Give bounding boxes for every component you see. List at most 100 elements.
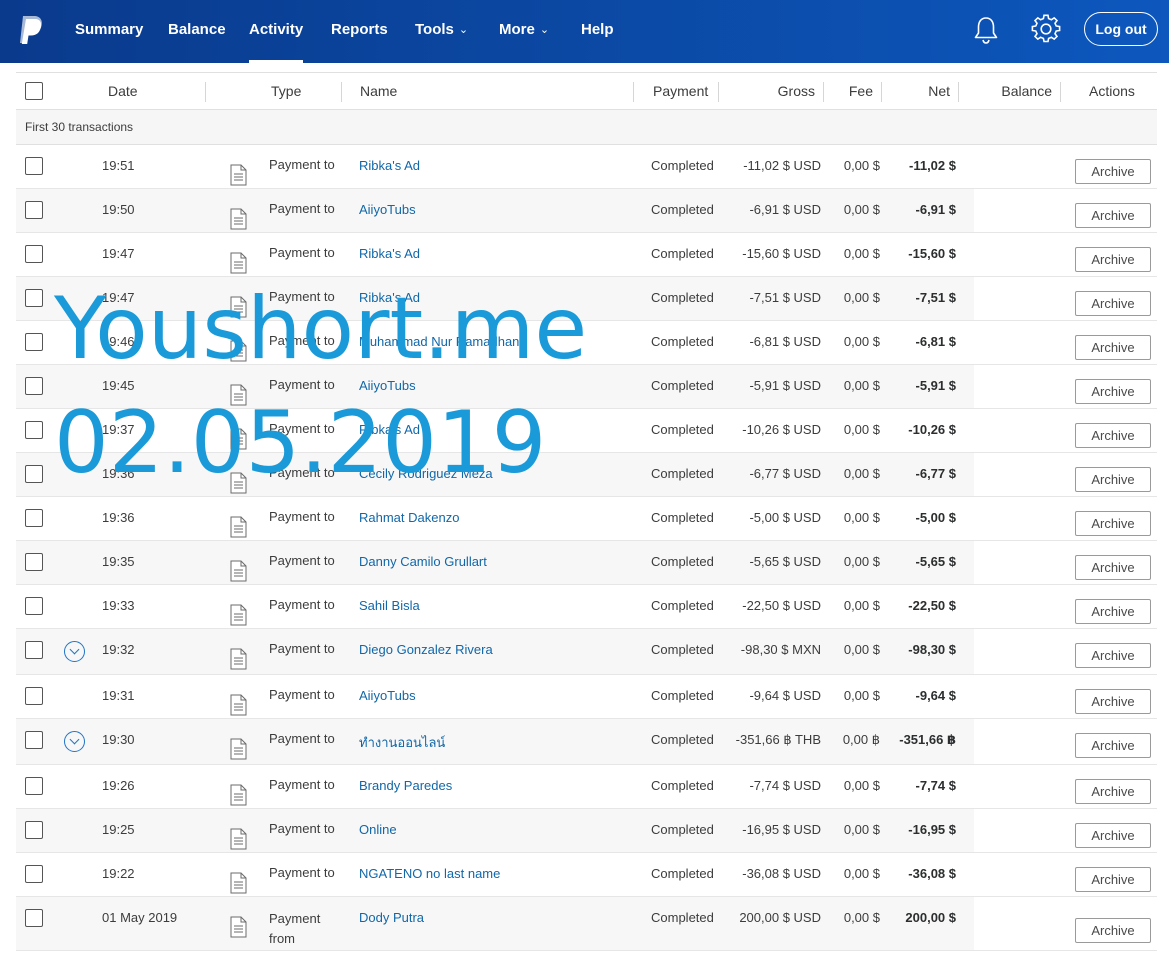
cell-net: -6,77 $ (915, 466, 956, 481)
cell-name-link[interactable]: Rahmat Dakenzo (359, 510, 459, 525)
cell-name-link[interactable]: AiiyoTubs (359, 202, 416, 217)
row-checkbox[interactable] (25, 597, 43, 615)
bell-icon[interactable] (972, 15, 1000, 45)
nav-item-activity[interactable]: Activity (249, 0, 304, 63)
table-row[interactable]: 19:26 Payment to Brandy Paredes Completed -7… (16, 765, 1157, 809)
table-row[interactable]: 19:36 Payment to Rahmat Dakenzo Completed -5… (16, 497, 1157, 541)
cell-date: 19:30 (102, 732, 135, 747)
archive-button[interactable]: Archive (1075, 689, 1151, 714)
col-name[interactable]: Name (360, 73, 397, 110)
row-checkbox[interactable] (25, 201, 43, 219)
nav-item-summary[interactable]: Summary (75, 0, 143, 63)
col-balance[interactable]: Balance (966, 73, 1052, 110)
col-net[interactable]: Net (889, 73, 950, 110)
table-row[interactable]: 19:51 Payment to Ribka's Ad Completed -11,02… (16, 145, 1157, 189)
table-row[interactable]: 19:35 Payment to Danny Camilo Grullart Comp… (16, 541, 1157, 585)
archive-button[interactable]: Archive (1075, 733, 1151, 758)
table-row[interactable]: 19:45 Payment to AiiyoTubs Completed -5,91 $… (16, 365, 1157, 409)
table-row[interactable]: 19:33 Payment to Sahil Bisla Completed -22,5… (16, 585, 1157, 629)
row-checkbox[interactable] (25, 641, 43, 659)
cell-name-link[interactable]: AiiyoTubs (359, 688, 416, 703)
cell-name-link[interactable]: ทำงานออนไลน์ (359, 732, 445, 753)
archive-button[interactable]: Archive (1075, 823, 1151, 848)
table-row[interactable]: 19:22 Payment to NGATENO no last name Compl… (16, 853, 1157, 897)
row-checkbox[interactable] (25, 777, 43, 795)
cell-name-link[interactable]: Dody Putra (359, 910, 424, 925)
archive-button[interactable]: Archive (1075, 335, 1151, 360)
row-checkbox[interactable] (25, 731, 43, 749)
cell-name-link[interactable]: Cecily Rodriguez Meza (359, 466, 493, 481)
table-header: Date Type Name Payment Gross Fee Net Bal… (16, 72, 1157, 110)
col-fee[interactable]: Fee (831, 73, 873, 110)
row-checkbox[interactable] (25, 465, 43, 483)
cell-name-link[interactable]: Danny Camilo Grullart (359, 554, 487, 569)
nav-item-balance[interactable]: Balance (168, 0, 226, 63)
archive-button[interactable]: Archive (1075, 867, 1151, 892)
row-checkbox[interactable] (25, 289, 43, 307)
expand-row-icon[interactable] (64, 731, 85, 752)
cell-name-link[interactable]: Ribka's Ad (359, 158, 420, 173)
archive-button[interactable]: Archive (1075, 511, 1151, 536)
archive-button[interactable]: Archive (1075, 203, 1151, 228)
row-checkbox[interactable] (25, 245, 43, 263)
archive-button[interactable]: Archive (1075, 599, 1151, 624)
table-row[interactable]: 19:47 Payment to Ribka's Ad Completed -7,51 … (16, 277, 1157, 321)
row-checkbox[interactable] (25, 553, 43, 571)
table-row[interactable]: 19:30 Payment to ทำงานออนไลน์ Completed -351… (16, 719, 1157, 765)
archive-button[interactable]: Archive (1075, 247, 1151, 272)
row-checkbox[interactable] (25, 421, 43, 439)
cell-gross: -5,65 $ USD (749, 554, 821, 569)
cell-name-link[interactable]: Ribka's Ad (359, 422, 420, 437)
cell-name-link[interactable]: Diego Gonzalez Rivera (359, 642, 493, 657)
select-all-checkbox[interactable] (25, 82, 43, 100)
cell-name-link[interactable]: Ribka's Ad (359, 246, 420, 261)
row-checkbox[interactable] (25, 821, 43, 839)
cell-name-link[interactable]: AiiyoTubs (359, 378, 416, 393)
archive-button[interactable]: Archive (1075, 467, 1151, 492)
cell-name-link[interactable]: Online (359, 822, 397, 837)
col-gross[interactable]: Gross (736, 73, 815, 110)
cell-name-link[interactable]: Brandy Paredes (359, 778, 452, 793)
archive-button[interactable]: Archive (1075, 779, 1151, 804)
cell-name-link[interactable]: Sahil Bisla (359, 598, 420, 613)
archive-button[interactable]: Archive (1075, 159, 1151, 184)
cell-name-link[interactable]: Muhammad Nur Ramadhan (359, 334, 519, 349)
row-checkbox[interactable] (25, 377, 43, 395)
col-payment[interactable]: Payment (653, 73, 708, 110)
row-checkbox[interactable] (25, 687, 43, 705)
archive-button[interactable]: Archive (1075, 379, 1151, 404)
archive-button[interactable]: Archive (1075, 423, 1151, 448)
table-row[interactable]: 19:32 Payment to Diego Gonzalez Rivera Comp… (16, 629, 1157, 675)
nav-item-help[interactable]: Help (581, 0, 614, 63)
logout-button[interactable]: Log out (1084, 12, 1158, 46)
paypal-logo[interactable] (17, 14, 45, 46)
archive-button[interactable]: Archive (1075, 555, 1151, 580)
cell-name-link[interactable]: NGATENO no last name (359, 866, 500, 881)
table-row[interactable]: 19:37 Payment to Ribka's Ad Completed -10,26… (16, 409, 1157, 453)
nav-item-reports[interactable]: Reports (331, 0, 388, 63)
col-type[interactable]: Type (271, 73, 301, 110)
row-checkbox[interactable] (25, 865, 43, 883)
col-date[interactable]: Date (108, 73, 138, 110)
cell-payment-status: Completed (651, 822, 714, 837)
archive-button[interactable]: Archive (1075, 643, 1151, 668)
table-row[interactable]: 19:31 Payment to AiiyoTubs Completed -9,64 $… (16, 675, 1157, 719)
row-checkbox[interactable] (25, 909, 43, 927)
cell-name-link[interactable]: Ribka's Ad (359, 290, 420, 305)
table-row[interactable]: 01 May 2019 Payment from Dody Putra Complet… (16, 897, 1157, 951)
nav-item-more[interactable]: More ⌄ (499, 0, 549, 63)
row-checkbox[interactable] (25, 509, 43, 527)
cell-net: -10,26 $ (908, 422, 956, 437)
table-row[interactable]: 19:36 Payment to Cecily Rodriguez Meza Comp… (16, 453, 1157, 497)
gear-icon[interactable] (1031, 14, 1061, 44)
table-row[interactable]: 19:25 Payment to Online Completed -16,95 $ U… (16, 809, 1157, 853)
expand-row-icon[interactable] (64, 641, 85, 662)
archive-button[interactable]: Archive (1075, 918, 1151, 943)
table-row[interactable]: 19:50 Payment to AiiyoTubs Completed -6,91 $… (16, 189, 1157, 233)
table-row[interactable]: 19:47 Payment to Ribka's Ad Completed -15,60… (16, 233, 1157, 277)
row-checkbox[interactable] (25, 333, 43, 351)
table-row[interactable]: 19:46 Payment to Muhammad Nur Ramadhan Comp… (16, 321, 1157, 365)
nav-item-tools[interactable]: Tools ⌄ (415, 0, 468, 63)
row-checkbox[interactable] (25, 157, 43, 175)
archive-button[interactable]: Archive (1075, 291, 1151, 316)
